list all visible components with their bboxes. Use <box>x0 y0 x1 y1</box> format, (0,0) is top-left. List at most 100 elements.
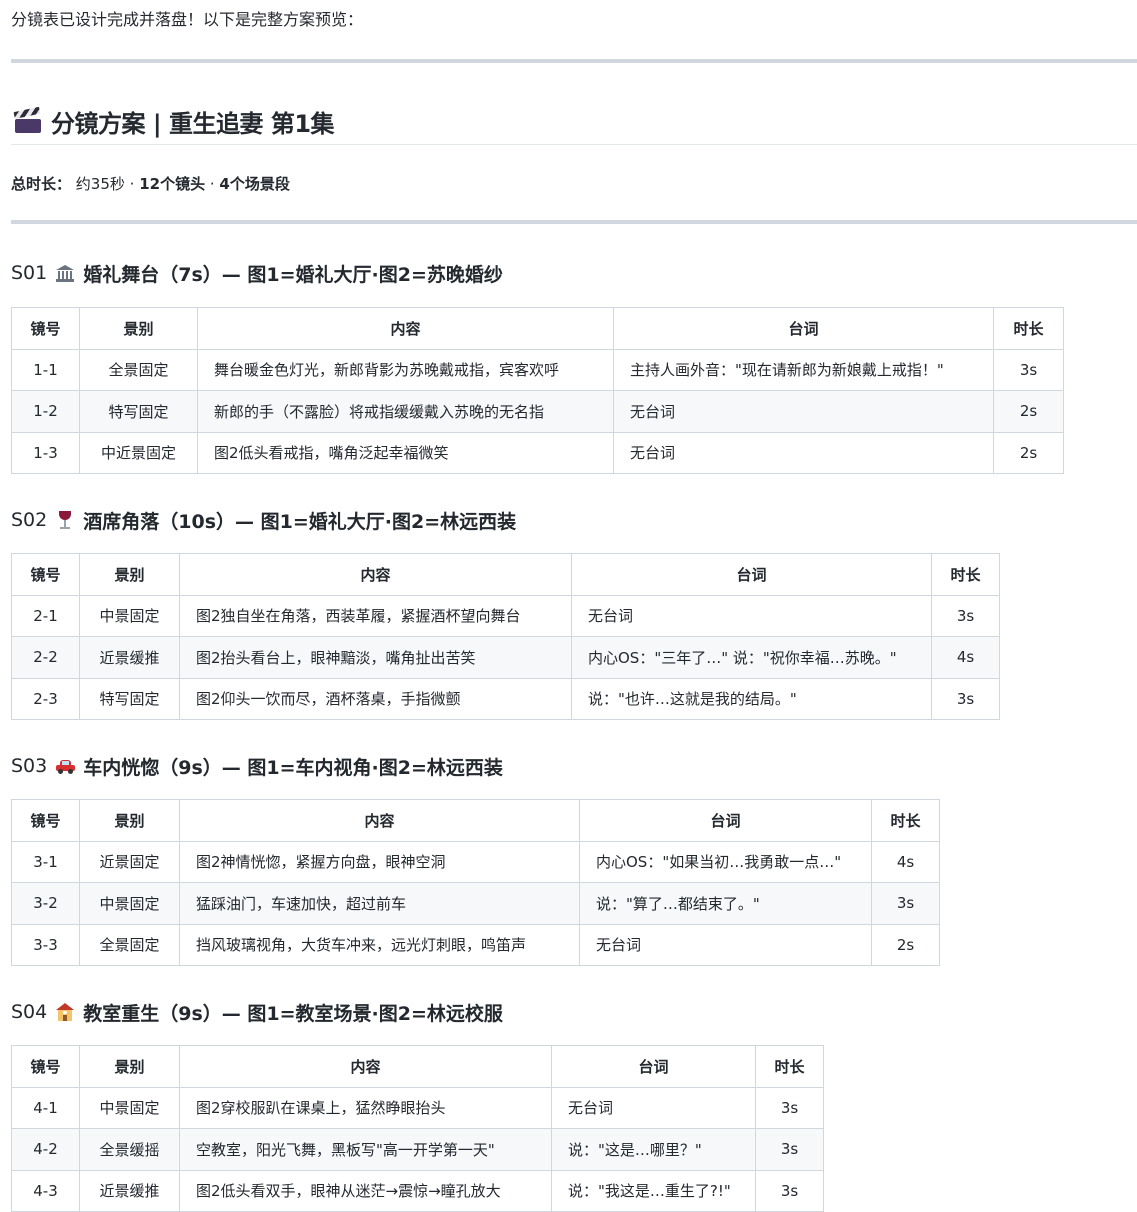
table-cell: 无台词 <box>551 1086 756 1129</box>
scene-code: S02 <box>11 509 48 531</box>
column-header: 时长 <box>931 553 1000 596</box>
column-header: 镜号 <box>11 307 80 350</box>
table-cell: 图2仰头一饮而尽，酒杯落桌，手指微颤 <box>179 677 572 720</box>
column-header: 景别 <box>79 799 180 842</box>
table-cell: 无台词 <box>571 594 932 637</box>
sections: S01 婚礼舞台（7s）— 图1=婚礼大厅·图2=苏晚婚纱 镜号 景别 内容 台词 时长 1-… <box>11 259 1137 1212</box>
table-header-row: 镜号 景别 内容 台词 时长 <box>11 1045 824 1088</box>
scene-heading: S02 酒席角落（10s）— 图1=婚礼大厅·图2=林远西装 <box>11 506 1137 534</box>
table-cell: 全景固定 <box>79 923 180 966</box>
summary-duration: 约35秒 · <box>75 175 140 193</box>
table-row: 4-2 全景缓摇 空教室，阳光飞舞，黑板写"高一开学第一天" 说："这是…哪里？" 3s <box>11 1128 824 1171</box>
table-cell: 2s <box>993 390 1064 433</box>
table-cell: 特写固定 <box>79 677 180 720</box>
summary: 总时长： 约35秒 · 12个镜头 · 4个场景段 <box>11 173 1137 195</box>
table-row: 3-2 中景固定 猛踩油门，车速加快，超过前车 说："算了…都结束了。" 3s <box>11 882 940 925</box>
scene-title: 教室重生（9s）— 图1=教室场景·图2=林远校服 <box>83 1002 503 1025</box>
table-cell: 无台词 <box>613 390 994 433</box>
shot-table: 镜号 景别 内容 台词 时长 4-1 中景固定 图2穿校服趴在课桌上，猛然睁眼抬头 无台词 3s 4… <box>11 1045 824 1212</box>
table-cell: 3s <box>931 677 1000 720</box>
column-header: 时长 <box>871 799 940 842</box>
table-row: 2-1 中景固定 图2独自坐在角落，西装革履，紧握酒杯望向舞台 无台词 3s <box>11 594 1000 637</box>
table-row: 3-3 全景固定 挡风玻璃视角，大货车冲来，远光灯刺眼，鸣笛声 无台词 2s <box>11 923 940 966</box>
table-cell: 2s <box>871 923 940 966</box>
table-row: 1-3 中近景固定 图2低头看戒指，嘴角泛起幸福微笑 无台词 2s <box>11 431 1064 474</box>
table-cell: 中景固定 <box>79 882 180 925</box>
table-row: 2-3 特写固定 图2仰头一饮而尽，酒杯落桌，手指微颤 说："也许…这就是我的结局。"… <box>11 677 1000 720</box>
wine-glass-icon <box>55 510 75 530</box>
school-icon <box>55 1002 75 1022</box>
table-cell: 图2穿校服趴在课桌上，猛然睁眼抬头 <box>179 1086 552 1129</box>
table-cell: 新郎的手（不露脸）将戒指缓缓戴入苏晚的无名指 <box>197 390 614 433</box>
table-cell: 1-3 <box>11 431 80 474</box>
table-cell: 2s <box>993 431 1064 474</box>
table-cell: 4-3 <box>11 1169 80 1212</box>
table-cell: 内心OS："如果当初…我勇敢一点…" <box>579 840 872 883</box>
clapper-board-icon <box>13 106 41 133</box>
table-row: 4-1 中景固定 图2穿校服趴在课桌上，猛然睁眼抬头 无台词 3s <box>11 1086 824 1129</box>
column-header: 时长 <box>755 1045 824 1088</box>
table-cell: 内心OS："三年了…" 说："祝你幸福…苏晚。" <box>571 636 932 679</box>
table-cell: 图2低头看双手，眼神从迷茫→震惊→瞳孔放大 <box>179 1169 552 1212</box>
table-cell: 中景固定 <box>79 594 180 637</box>
table-cell: 3-3 <box>11 923 80 966</box>
table-cell: 挡风玻璃视角，大货车冲来，远光灯刺眼，鸣笛声 <box>179 923 580 966</box>
table-cell: 全景缓摇 <box>79 1128 180 1171</box>
scene-code: S01 <box>11 262 48 284</box>
table-cell: 2-3 <box>11 677 80 720</box>
table-row: 4-3 近景缓推 图2低头看双手，眼神从迷茫→震惊→瞳孔放大 说："我这是…重生了?!… <box>11 1169 824 1212</box>
table-cell: 主持人画外音："现在请新郎为新娘戴上戒指！" <box>613 348 994 391</box>
table-cell: 说："算了…都结束了。" <box>579 882 872 925</box>
column-header: 台词 <box>579 799 872 842</box>
table-row: 1-1 全景固定 舞台暖金色灯光，新郎背影为苏晚戴戒指，宾客欢呼 主持人画外音："现在… <box>11 348 1064 391</box>
table-cell: 3-2 <box>11 882 80 925</box>
table-cell: 说："这是…哪里？" <box>551 1128 756 1171</box>
table-row: 1-2 特写固定 新郎的手（不露脸）将戒指缓缓戴入苏晚的无名指 无台词 2s <box>11 390 1064 433</box>
table-cell: 1-1 <box>11 348 80 391</box>
table-cell: 中景固定 <box>79 1086 180 1129</box>
table-cell: 2-2 <box>11 636 80 679</box>
table-cell: 4-1 <box>11 1086 80 1129</box>
column-header: 镜号 <box>11 553 80 596</box>
table-cell: 说："也许…这就是我的结局。" <box>571 677 932 720</box>
table-cell: 特写固定 <box>79 390 198 433</box>
column-header: 镜号 <box>11 1045 80 1088</box>
divider <box>11 59 1137 63</box>
table-cell: 中近景固定 <box>79 431 198 474</box>
column-header: 内容 <box>197 307 614 350</box>
page: 分镜表已设计完成并落盘！以下是完整方案预览： 分镜方案 | 重生追妻 第1集 总… <box>0 0 1137 1212</box>
scene-code: S03 <box>11 755 48 777</box>
table-cell: 3s <box>755 1128 824 1171</box>
scene-section: S03 车内恍惚（9s）— 图1=车内视角·图2=林远西装 镜号 景别 内容 台词 时长 3-… <box>11 752 1137 966</box>
table-row: 2-2 近景缓推 图2抬头看台上，眼神黯淡，嘴角扯出苦笑 内心OS："三年了…" 说：… <box>11 636 1000 679</box>
shot-table: 镜号 景别 内容 台词 时长 1-1 全景固定 舞台暖金色灯光，新郎背影为苏晚戴戒指，宾客欢呼… <box>11 307 1064 474</box>
table-header-row: 镜号 景别 内容 台词 时长 <box>11 799 940 842</box>
table-cell: 4s <box>871 840 940 883</box>
scene-heading: S03 车内恍惚（9s）— 图1=车内视角·图2=林远西装 <box>11 752 1137 780</box>
table-cell: 3s <box>755 1169 824 1212</box>
table-cell: 3s <box>755 1086 824 1129</box>
table-cell: 近景缓推 <box>79 1169 180 1212</box>
car-icon <box>55 756 76 776</box>
page-title: 分镜方案 | 重生追妻 第1集 <box>11 99 1137 145</box>
table-cell: 1-2 <box>11 390 80 433</box>
table-cell: 图2抬头看台上，眼神黯淡，嘴角扯出苦笑 <box>179 636 572 679</box>
column-header: 内容 <box>179 1045 552 1088</box>
classical-building-icon <box>55 263 75 283</box>
table-cell: 无台词 <box>613 431 994 474</box>
summary-sep: · <box>205 175 220 193</box>
scene-code: S04 <box>11 1001 48 1023</box>
table-cell: 3s <box>871 882 940 925</box>
scene-section: S04 教室重生（9s）— 图1=教室场景·图2=林远校服 镜号 景别 内容 台词 时长 4-… <box>11 998 1137 1212</box>
scene-title: 婚礼舞台（7s）— 图1=婚礼大厅·图2=苏晚婚纱 <box>83 263 503 286</box>
summary-label: 总时长： <box>11 175 72 193</box>
table-cell: 4-2 <box>11 1128 80 1171</box>
table-cell: 全景固定 <box>79 348 198 391</box>
column-header: 景别 <box>79 307 198 350</box>
table-cell: 2-1 <box>11 594 80 637</box>
table-cell: 3-1 <box>11 840 80 883</box>
table-cell: 猛踩油门，车速加快，超过前车 <box>179 882 580 925</box>
scene-section: S01 婚礼舞台（7s）— 图1=婚礼大厅·图2=苏晚婚纱镜号 景别 内容 台词 时长 1-… <box>11 259 1137 474</box>
shot-table: 镜号 景别 内容 台词 时长 3-1 近景固定 图2神情恍惚，紧握方向盘，眼神空洞 内心OS："… <box>11 799 940 966</box>
column-header: 景别 <box>79 1045 180 1088</box>
